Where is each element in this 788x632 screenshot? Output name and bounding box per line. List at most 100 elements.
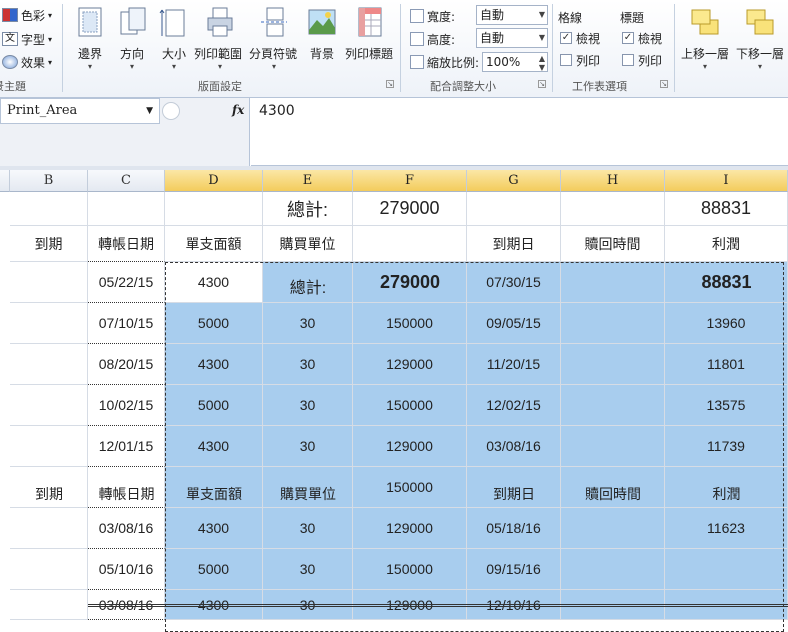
cell[interactable] bbox=[10, 192, 88, 226]
cell-f[interactable]: 129000 bbox=[353, 508, 467, 549]
cell-d[interactable]: 5000 bbox=[165, 303, 263, 344]
header-cell-e[interactable]: 購買單位 bbox=[263, 226, 353, 262]
cell-h[interactable] bbox=[561, 303, 665, 344]
width-combo[interactable]: 自動 ▼ bbox=[476, 5, 548, 25]
column-header-c[interactable]: C bbox=[88, 170, 165, 192]
total-label-cell[interactable]: 總計: bbox=[263, 192, 353, 226]
cell[interactable] bbox=[561, 192, 665, 226]
cell-f[interactable]: 129000 bbox=[353, 344, 467, 385]
cell-g[interactable]: 05/18/16 bbox=[467, 508, 561, 549]
send-backward-button[interactable]: 下移一層 ▾ bbox=[732, 4, 788, 74]
cell-b[interactable] bbox=[10, 549, 88, 590]
cell[interactable] bbox=[88, 192, 165, 226]
print-area-button[interactable]: 列印範圍 ▾ bbox=[194, 4, 244, 74]
headings-print-checkbox[interactable]: 列印 bbox=[622, 52, 662, 68]
cell-b[interactable] bbox=[10, 303, 88, 344]
header-cell-h[interactable]: 贖回時間 bbox=[561, 226, 665, 262]
cell-e[interactable]: 30 bbox=[263, 549, 353, 590]
cell-e[interactable]: 30 bbox=[263, 385, 353, 426]
column-header-d[interactable]: D bbox=[165, 170, 263, 192]
breaks-button[interactable]: 分頁符號 ▾ bbox=[249, 4, 298, 74]
column-header-g[interactable]: G bbox=[467, 170, 561, 192]
header-cell-c[interactable]: 轉帳日期 bbox=[88, 226, 165, 262]
cell-d[interactable]: 5000 bbox=[165, 549, 263, 590]
cell-h[interactable] bbox=[561, 426, 665, 467]
insert-function-icon[interactable]: fx bbox=[232, 103, 244, 117]
header-cell-d[interactable]: 單支面額 bbox=[165, 226, 263, 262]
cell-d[interactable]: 4300 bbox=[165, 426, 263, 467]
cell-h[interactable] bbox=[561, 549, 665, 590]
cell[interactable] bbox=[165, 192, 263, 226]
cell-f[interactable]: 150000 bbox=[353, 385, 467, 426]
cell-b[interactable] bbox=[10, 508, 88, 549]
column-header-h[interactable]: H bbox=[561, 170, 665, 192]
cell-h[interactable] bbox=[561, 385, 665, 426]
cell-b[interactable] bbox=[10, 262, 88, 303]
cell-b[interactable] bbox=[10, 344, 88, 385]
background-button[interactable]: 背景 bbox=[298, 4, 346, 74]
cell-c[interactable]: 10/02/15 bbox=[88, 385, 165, 426]
cell-g[interactable]: 07/30/15 bbox=[467, 262, 561, 303]
cell-h[interactable] bbox=[561, 262, 665, 303]
cell-g[interactable]: 12/02/15 bbox=[467, 385, 561, 426]
column-header-f[interactable]: F bbox=[353, 170, 467, 192]
cell-h[interactable] bbox=[561, 508, 665, 549]
theme-colors-button[interactable]: 色彩 ▾ bbox=[2, 6, 52, 24]
cell-d[interactable]: 5000 bbox=[165, 385, 263, 426]
theme-fonts-button[interactable]: 文 字型 ▾ bbox=[2, 30, 52, 48]
header-cell-i[interactable]: 利潤 bbox=[665, 226, 788, 262]
cell[interactable] bbox=[467, 192, 561, 226]
cell-e[interactable]: 30 bbox=[263, 303, 353, 344]
cell-b[interactable] bbox=[10, 426, 88, 467]
select-all-corner[interactable] bbox=[0, 170, 10, 192]
cell-c[interactable]: 08/20/15 bbox=[88, 344, 165, 385]
cell-d[interactable]: 4300 bbox=[165, 508, 263, 549]
cell-c[interactable]: 05/10/16 bbox=[88, 549, 165, 590]
gridlines-print-checkbox[interactable]: 列印 bbox=[560, 52, 600, 68]
cell-e[interactable]: 30 bbox=[263, 508, 353, 549]
cell-h[interactable] bbox=[561, 344, 665, 385]
cell-c[interactable]: 03/08/16 bbox=[88, 508, 165, 549]
cell-c[interactable]: 05/22/15 bbox=[88, 262, 165, 303]
cell-b[interactable] bbox=[10, 590, 88, 620]
page-setup-launcher-icon[interactable]: ↘ bbox=[386, 80, 394, 88]
chevron-down-icon[interactable]: ▼ bbox=[146, 99, 153, 123]
column-header-i[interactable]: I bbox=[665, 170, 788, 192]
column-header-b[interactable]: B bbox=[10, 170, 88, 192]
headings-view-checkbox[interactable]: ✓ 檢視 bbox=[622, 30, 662, 46]
cell-e[interactable]: 30 bbox=[263, 344, 353, 385]
total-f-cell[interactable]: 279000 bbox=[353, 192, 467, 226]
sheet-options-launcher-icon[interactable]: ↘ bbox=[660, 80, 668, 88]
name-box[interactable]: Print_Area ▼ bbox=[0, 98, 160, 124]
height-combo[interactable]: 自動 ▼ bbox=[476, 28, 548, 48]
header-cell-b[interactable]: 到期 bbox=[10, 226, 88, 262]
cell-d[interactable]: 4300 bbox=[165, 262, 263, 303]
cell-b[interactable] bbox=[10, 385, 88, 426]
cell-i[interactable]: 13575 bbox=[665, 385, 788, 426]
cell-i[interactable]: 11801 bbox=[665, 344, 788, 385]
formula-input[interactable]: 4300 bbox=[251, 98, 788, 166]
cell-f[interactable]: 150000 bbox=[353, 467, 467, 508]
cell-c[interactable]: 07/10/15 bbox=[88, 303, 165, 344]
formula-scroll-button[interactable] bbox=[162, 102, 180, 120]
scale-stepper[interactable]: 100% ▲ ▼ bbox=[482, 52, 548, 72]
cell-i[interactable] bbox=[665, 549, 788, 590]
margins-button[interactable]: 邊界 ▾ bbox=[66, 4, 114, 74]
cell-g[interactable]: 09/05/15 bbox=[467, 303, 561, 344]
theme-effects-button[interactable]: 效果 ▾ bbox=[2, 53, 52, 71]
cell-g[interactable]: 09/15/16 bbox=[467, 549, 561, 590]
orientation-button[interactable]: 方向 ▾ bbox=[108, 4, 156, 74]
print-titles-button[interactable]: 列印標題 bbox=[345, 4, 394, 74]
column-header-e[interactable]: E bbox=[263, 170, 353, 192]
cell-f[interactable]: 150000 bbox=[353, 549, 467, 590]
cell-e[interactable]: 30 bbox=[263, 426, 353, 467]
cell-d[interactable]: 4300 bbox=[165, 344, 263, 385]
header-cell-f[interactable] bbox=[353, 226, 467, 262]
cell-i[interactable]: 13960 bbox=[665, 303, 788, 344]
cell-f[interactable]: 150000 bbox=[353, 303, 467, 344]
cell-g[interactable]: 03/08/16 bbox=[467, 426, 561, 467]
cell-g[interactable]: 11/20/15 bbox=[467, 344, 561, 385]
cell-c[interactable]: 12/01/15 bbox=[88, 426, 165, 467]
header-cell-g[interactable]: 到期日 bbox=[467, 226, 561, 262]
cell-i[interactable]: 11739 bbox=[665, 426, 788, 467]
